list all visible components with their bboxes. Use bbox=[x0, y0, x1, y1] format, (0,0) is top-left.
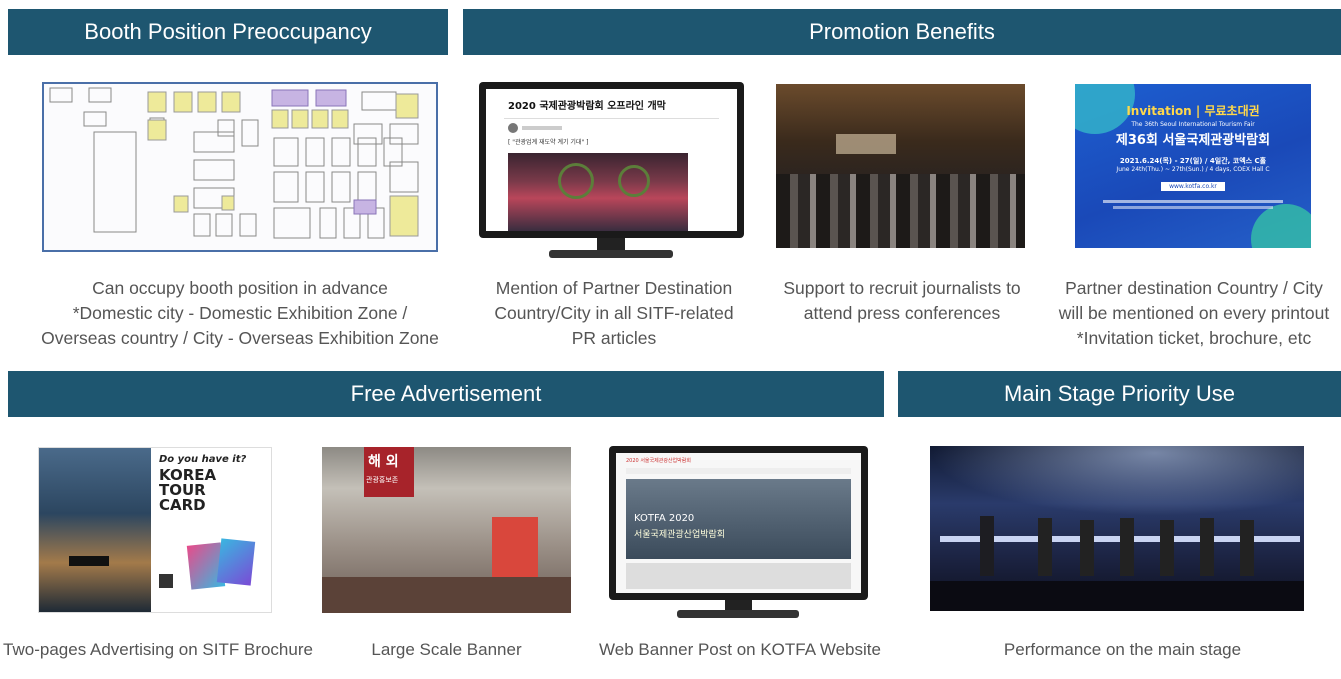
caption-line: Web Banner Post on KOTFA Website bbox=[599, 640, 881, 659]
invitation-ticket-image: Invitation | 무료초대권 The 36th Seoul Intern… bbox=[1075, 84, 1311, 248]
caption-brochure: Two-pages Advertising on SITF Brochure bbox=[0, 637, 316, 662]
caption-line: Partner destination Country / City bbox=[1065, 278, 1323, 298]
section-title: Main Stage Priority Use bbox=[1003, 381, 1236, 406]
article-title: 2020 국제관광박람회 오프라인 개막 bbox=[508, 101, 666, 112]
caption-line: Country/City in all SITF-related bbox=[494, 303, 734, 323]
caption-line: Two-pages Advertising on SITF Brochure bbox=[3, 640, 313, 659]
caption-line: Large Scale Banner bbox=[371, 640, 522, 659]
caption-booth: Can occupy booth position in advance *Do… bbox=[20, 276, 460, 351]
section-header-advertisement: Free Advertisement bbox=[8, 371, 884, 417]
caption-banner: Large Scale Banner bbox=[322, 637, 571, 662]
article-sub: [ "관광업계 재도약 계기 기대" ] bbox=[508, 139, 589, 146]
floor-plan-image bbox=[42, 82, 438, 252]
web-banner-sub: 서울국제관광산업박람회 bbox=[634, 530, 726, 540]
web-logo: 2020 서울국제관광산업박람회 bbox=[626, 458, 691, 464]
web-banner: KOTFA 2020 서울국제관광산업박람회 bbox=[626, 479, 851, 559]
caption-line: *Domestic city - Domestic Exhibition Zon… bbox=[72, 303, 408, 323]
invite-title: 제36회 서울국제관광박람회 bbox=[1115, 133, 1271, 148]
caption-line: Performance on the main stage bbox=[1003, 640, 1242, 659]
invite-header: Invitation | 무료초대권 bbox=[1126, 104, 1260, 118]
section-header-booth: Booth Position Preoccupancy bbox=[8, 9, 448, 55]
caption-line: Overseas country / City - Overseas Exhib… bbox=[41, 328, 439, 348]
brochure-card-title: KOREA TOUR CARD bbox=[159, 468, 216, 513]
caption-performance: Performance on the main stage bbox=[930, 637, 1315, 662]
invite-date-en: June 24th(Thu.) ~ 27th(Sun.) / 4 days, C… bbox=[1116, 166, 1270, 173]
caption-journalists: Support to recruit journalists to attend… bbox=[762, 276, 1042, 326]
section-title: Free Advertisement bbox=[350, 381, 542, 406]
section-title: Booth Position Preoccupancy bbox=[84, 19, 372, 44]
card-line: CARD bbox=[159, 496, 206, 514]
banner-sign: 해 외 bbox=[368, 454, 399, 470]
section-header-promotion: Promotion Benefits bbox=[463, 9, 1341, 55]
banner-photo: 해 외 관광홍보존 bbox=[322, 447, 571, 613]
brochure-image: Do you have it? KOREA TOUR CARD bbox=[38, 447, 272, 613]
press-conference-photo bbox=[776, 84, 1025, 248]
caption-line: *Invitation ticket, brochure, etc bbox=[1076, 328, 1312, 348]
section-title: Promotion Benefits bbox=[809, 19, 995, 44]
caption-mention: Mention of Partner Destination Country/C… bbox=[466, 276, 762, 351]
monitor-website: 2020 서울국제관광산업박람회 KOTFA 2020 서울국제관광산업박람회 bbox=[609, 446, 868, 620]
caption-web: Web Banner Post on KOTFA Website bbox=[582, 637, 898, 662]
caption-line: attend press conferences bbox=[803, 303, 1001, 323]
caption-line: Mention of Partner Destination bbox=[495, 278, 733, 298]
caption-line: PR articles bbox=[571, 328, 657, 348]
brochure-left-page bbox=[39, 448, 151, 612]
caption-line: will be mentioned on every printout bbox=[1058, 303, 1330, 323]
brochure-question: Do you have it? bbox=[159, 454, 247, 465]
performance-photo bbox=[930, 446, 1304, 611]
monitor-article: 2020 국제관광박람회 오프라인 개막 [ "관광업계 재도약 계기 기대" … bbox=[479, 82, 744, 260]
caption-printout: Partner destination Country / City will … bbox=[1050, 276, 1338, 351]
author-avatar bbox=[508, 123, 518, 133]
caption-line: Support to recruit journalists to bbox=[783, 278, 1021, 298]
invite-sub: The 36th Seoul International Tourism Fai… bbox=[1131, 121, 1255, 128]
invite-date: 2021.6.24(목) - 27(일) / 4일간, 코엑스 C홀 bbox=[1119, 157, 1267, 165]
caption-line: Can occupy booth position in advance bbox=[92, 278, 388, 298]
web-banner-title: KOTFA 2020 bbox=[634, 513, 695, 524]
invite-url: www.kotfa.co.kr bbox=[1161, 182, 1225, 191]
section-header-stage: Main Stage Priority Use bbox=[898, 371, 1341, 417]
article-photo bbox=[508, 153, 688, 231]
banner-sub: 관광홍보존 bbox=[366, 476, 399, 484]
